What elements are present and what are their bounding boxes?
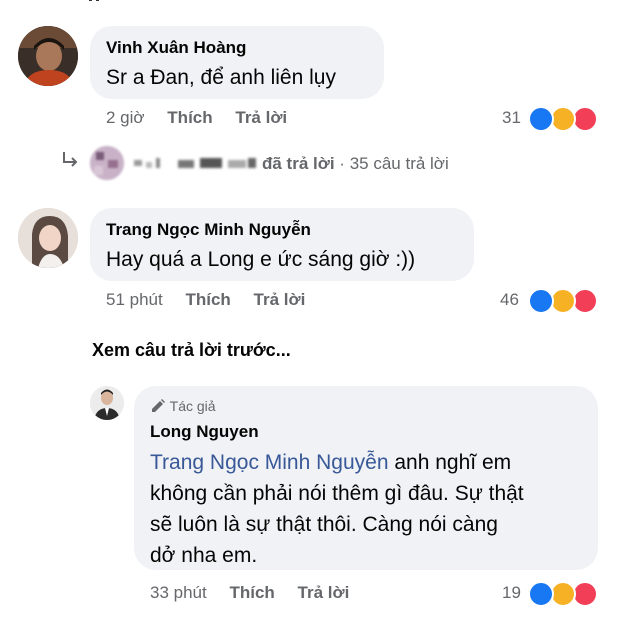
author-badge: Tác giả [150,398,216,414]
pencil-icon [152,399,165,412]
reply-text: Trang Ngọc Minh Nguyễn anh nghĩ em không… [150,447,590,571]
quote-marks-icon [89,0,99,1]
reply-avatar-blurred[interactable] [90,146,124,180]
reaction-icons[interactable] [528,288,608,314]
comment-author[interactable]: Vinh Xuân Hoàng [106,38,246,58]
comment-bubble: Trang Ngọc Minh Nguyễn Hay quá a Long e … [90,208,474,281]
reply-actions: 33 phút Thích Trả lời [150,583,349,603]
reply-text-line: sẽ luôn là sự thật thôi. Càng nói càng [150,513,498,536]
comment-actions: 2 giờ Thích Trả lời [106,108,287,128]
like-reaction-icon [528,288,554,314]
reply-arrow-icon [60,150,80,175]
reply-button[interactable]: Trả lời [235,108,287,127]
reply-text-line: anh nghĩ em [394,451,512,474]
comment-time[interactable]: 51 phút [106,290,163,309]
view-previous-replies-link[interactable]: Xem câu trả lời trước... [92,340,291,361]
reply-time[interactable]: 33 phút [150,583,207,602]
comment-bubble: Vinh Xuân Hoàng Sr a Đan, để anh liên lụ… [90,26,384,99]
avatar[interactable] [18,26,78,86]
author-badge-label: Tác giả [169,398,216,414]
reaction-icons[interactable] [528,106,608,132]
comment-author[interactable]: Trang Ngọc Minh Nguyễn [106,220,311,240]
reply-button[interactable]: Trả lời [254,290,306,309]
comment-text: Sr a Đan, để anh liên lụy [106,66,336,89]
blurred-names-mask-icon [134,158,256,168]
like-button[interactable]: Thích [229,583,274,602]
comment-text: Hay quá a Long e ức sáng giờ :)) [106,248,416,271]
separator: · [339,154,345,173]
like-button[interactable]: Thích [185,290,230,309]
reply-button[interactable]: Trả lời [298,583,350,602]
avatar[interactable] [90,386,124,420]
replied-label: đã trả lời [262,154,335,173]
avatar[interactable] [18,208,78,268]
like-button[interactable]: Thích [167,108,212,127]
user-photo-icon [18,208,78,268]
reaction-count[interactable]: 19 [502,583,521,603]
reaction-count[interactable]: 46 [500,290,519,310]
mention-link[interactable]: Trang Ngọc Minh Nguyễn [150,451,389,474]
reply-text-line: dở nha em. [150,544,258,567]
author-photo-icon [90,386,124,420]
reply-bubble: Tác giả Long Nguyen Trang Ngọc Minh Nguy… [134,386,598,570]
reply-author[interactable]: Long Nguyen [150,422,259,442]
reaction-icons[interactable] [528,581,608,607]
comment-time[interactable]: 2 giờ [106,108,145,127]
replies-summary[interactable]: đã trả lời · 35 câu trả lời [262,154,449,174]
reply-text-line: không cần phải nói thêm gì đâu. Sự thật [150,482,524,505]
reply-count: 35 câu trả lời [349,154,449,173]
like-reaction-icon [528,106,554,132]
user-photo-icon [18,26,78,86]
like-reaction-icon [528,581,554,607]
blurred-photo-icon [90,146,124,180]
comment-actions: 51 phút Thích Trả lời [106,290,305,310]
reaction-count[interactable]: 31 [502,108,521,128]
